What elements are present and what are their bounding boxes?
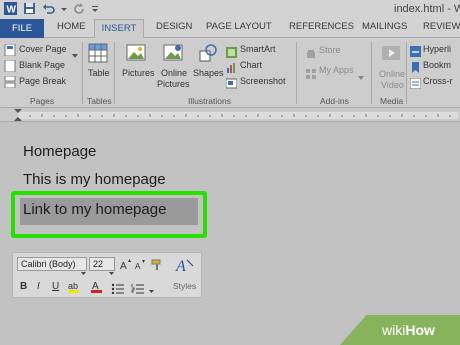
wikihow-logo-how: How (405, 322, 435, 338)
screenshot-icon (225, 76, 238, 94)
numbering-icon[interactable] (131, 281, 145, 299)
group-separator (371, 42, 372, 104)
save-icon[interactable] (23, 2, 36, 15)
ruler-ticks (14, 109, 458, 121)
mini-toolbar: Calibri (Body) 22 A A A B I U ab A Style… (12, 252, 202, 298)
word-logo-icon: W (4, 2, 17, 16)
doc-heading[interactable]: Homepage (23, 143, 96, 160)
group-separator (82, 42, 83, 104)
svg-text:A: A (175, 258, 186, 274)
online-video-icon (381, 43, 401, 68)
horizontal-ruler[interactable] (0, 108, 460, 122)
italic-button[interactable]: I (37, 281, 40, 292)
shrink-font-icon[interactable]: A (135, 258, 147, 276)
wikihow-logo: wikiHow (382, 322, 435, 338)
online-pictures-icon (163, 43, 183, 68)
customize-qat-icon[interactable] (92, 2, 98, 15)
styles-gallery-icon[interactable]: A (175, 256, 195, 279)
group-separator (406, 42, 407, 104)
tab-home[interactable]: HOME (57, 21, 86, 32)
doc-paragraph[interactable]: This is my homepage (23, 171, 166, 188)
wikihow-logo-wiki: wiki (382, 322, 406, 338)
blank-page-button[interactable]: Blank Page (19, 60, 65, 70)
format-painter-icon[interactable] (151, 258, 163, 276)
font-color-icon[interactable]: A (91, 280, 103, 298)
shapes-icon (198, 43, 218, 68)
group-separator (114, 42, 115, 104)
cover-page-button[interactable]: Cover Page (19, 44, 67, 54)
group-label-illustrations: Illustrations (188, 96, 231, 106)
pictures-icon (126, 43, 146, 68)
my-apps-button[interactable]: My Apps (319, 65, 354, 75)
selected-link-text[interactable]: Link to my homepage (23, 201, 166, 218)
chevron-down-icon (358, 68, 364, 86)
page-break-button[interactable]: Page Break (19, 76, 66, 86)
bold-button[interactable]: B (20, 281, 27, 292)
pictures-button[interactable]: Pictures (122, 68, 155, 78)
cross-reference-button[interactable]: Cross-r (423, 76, 453, 86)
screenshot-button[interactable]: Screenshot (240, 76, 286, 86)
undo-dropdown-icon[interactable] (61, 2, 67, 15)
shapes-button[interactable]: Shapes (193, 68, 224, 78)
grow-font-icon[interactable]: A (120, 258, 132, 276)
group-separator (296, 42, 297, 104)
bookmark-button[interactable]: Bookm (423, 60, 451, 70)
tab-references[interactable]: REFERENCES (289, 21, 354, 32)
redo-icon[interactable] (73, 2, 86, 15)
tab-mailings[interactable]: MAILINGS (362, 21, 407, 32)
chevron-down-icon (81, 263, 86, 281)
chevron-down-icon (72, 46, 78, 64)
tab-file[interactable]: FILE (0, 19, 44, 38)
hyperlink-button[interactable]: Hyperli (423, 44, 451, 54)
group-label-media: Media (380, 96, 404, 106)
chart-button[interactable]: Chart (240, 60, 262, 70)
styles-label[interactable]: Styles (173, 281, 196, 291)
svg-text:A: A (135, 262, 141, 271)
bullets-icon[interactable] (111, 281, 125, 299)
group-label-add-ins: Add-ins (320, 96, 349, 106)
font-name-select[interactable]: Calibri (Body) (17, 257, 87, 271)
smartart-button[interactable]: SmartArt (240, 44, 276, 54)
title-bar: W index.html - Word (0, 0, 460, 19)
underline-button[interactable]: U (52, 281, 59, 292)
group-label-pages: Pages (30, 96, 55, 106)
ribbon-insert: Cover Page Blank Page Page Break Pages T… (0, 38, 460, 108)
table-button[interactable]: Table (88, 68, 110, 78)
ribbon-tabs: FILE HOME INSERT DESIGN PAGE LAYOUT REFE… (0, 19, 460, 39)
group-label-tables: Tables (87, 96, 112, 106)
svg-text:W: W (7, 5, 17, 16)
tab-page-layout[interactable]: PAGE LAYOUT (206, 21, 272, 32)
online-video-button-line1[interactable]: Online (379, 69, 405, 79)
cross-reference-icon (409, 76, 422, 94)
tab-insert[interactable]: INSERT (94, 19, 144, 39)
tab-review[interactable]: REVIEW (423, 21, 460, 32)
store-button[interactable]: Store (319, 45, 341, 55)
my-apps-icon (306, 66, 316, 84)
highlight-color-icon[interactable]: ab (67, 280, 81, 298)
page-break-icon (4, 75, 16, 93)
online-video-button-line2[interactable]: Video (381, 80, 404, 90)
store-icon (306, 46, 316, 64)
chevron-down-icon (109, 263, 114, 281)
svg-text:A: A (120, 261, 127, 271)
table-icon (88, 43, 108, 68)
online-pictures-button-line1[interactable]: Online (161, 68, 187, 78)
svg-text:ab: ab (68, 281, 78, 291)
quick-access-toolbar: W (4, 2, 98, 16)
chevron-down-icon (149, 281, 154, 299)
undo-icon[interactable] (42, 2, 55, 15)
online-pictures-button-line2[interactable]: Pictures (157, 79, 190, 89)
tab-design[interactable]: DESIGN (156, 21, 192, 32)
window-title: index.html - Word (394, 3, 460, 15)
